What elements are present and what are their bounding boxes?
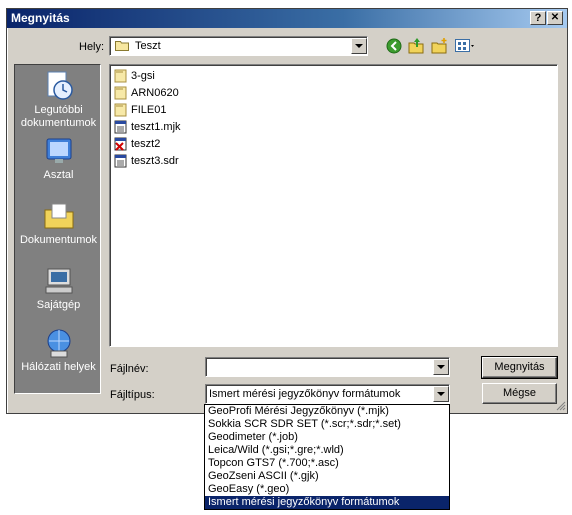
location-combo[interactable]: Teszt <box>109 36 368 56</box>
place-label: Hálózati helyek <box>21 361 96 373</box>
dropdown-option[interactable]: GeoEasy (*.geo) <box>205 483 449 496</box>
list-item[interactable]: FILE01 <box>114 102 181 119</box>
file-list[interactable]: 3-gsi ARN0620 FILE01 teszt1.mjk teszt2 t… <box>109 64 558 347</box>
network-places-icon <box>43 327 75 359</box>
folder-icon <box>114 103 127 117</box>
place-label: Legutóbbi dokumentumok <box>20 104 97 129</box>
place-label: Sajátgép <box>36 299 81 311</box>
place-label: Asztal <box>43 169 74 181</box>
close-button[interactable]: ✕ <box>547 11 563 25</box>
window-title: Megnyitás <box>11 11 70 25</box>
cancel-button[interactable]: Mégse <box>482 383 557 404</box>
views-menu-icon[interactable] <box>455 38 477 54</box>
filetype-dropdown: GeoProfi Mérési Jegyzőkönyv (*.mjk) Sokk… <box>204 404 450 510</box>
places-bar: Legutóbbi dokumentumok Asztal Dokumentum… <box>14 64 101 394</box>
back-icon[interactable] <box>386 38 402 54</box>
folder-icon <box>114 69 127 83</box>
place-network[interactable]: Hálózati helyek <box>15 327 102 374</box>
dropdown-option[interactable]: Sokkia SCR SDR SET (*.scr;*.sdr;*.set) <box>205 418 449 431</box>
file-error-icon <box>114 137 127 151</box>
list-item[interactable]: 3-gsi <box>114 68 181 85</box>
up-folder-icon[interactable] <box>408 37 424 54</box>
filetype-value: Ismert mérési jegyzőkönyv formátumok <box>209 388 401 400</box>
recent-documents-icon <box>43 70 75 102</box>
place-desktop[interactable]: Asztal <box>15 135 102 182</box>
dropdown-option[interactable]: GeoProfi Mérési Jegyzőkönyv (*.mjk) <box>205 405 449 418</box>
my-computer-icon <box>43 265 75 297</box>
help-button[interactable]: ? <box>530 11 546 25</box>
filename-label: Fájlnév: <box>110 363 149 375</box>
dropdown-option[interactable]: Geodimeter (*.job) <box>205 431 449 444</box>
dropdown-option[interactable]: GeoZseni ASCII (*.gjk) <box>205 470 449 483</box>
chevron-down-icon[interactable] <box>433 386 449 402</box>
dropdown-option[interactable]: Leica/Wild (*.gsi;*.gre;*.wld) <box>205 444 449 457</box>
filetype-select[interactable]: Ismert mérési jegyzőkönyv formátumok <box>205 384 450 404</box>
list-item[interactable]: teszt2 <box>114 136 181 153</box>
folder-icon <box>114 86 127 100</box>
dropdown-option[interactable]: Topcon GTS7 (*.700;*.asc) <box>205 457 449 470</box>
folder-icon <box>115 40 129 51</box>
filename-input[interactable] <box>205 357 450 377</box>
new-folder-icon[interactable] <box>431 37 448 54</box>
list-item[interactable]: teszt1.mjk <box>114 119 181 136</box>
place-recent-documents[interactable]: Legutóbbi dokumentumok <box>15 70 102 130</box>
location-label: Hely: <box>79 41 105 53</box>
documents-folder-icon <box>43 200 75 232</box>
file-name: teszt1.mjk <box>131 121 181 133</box>
file-name: teszt2 <box>131 138 161 150</box>
place-label: Dokumentumok <box>19 234 98 246</box>
list-item[interactable]: ARN0620 <box>114 85 181 102</box>
place-my-computer[interactable]: Sajátgép <box>15 265 102 312</box>
place-documents[interactable]: Dokumentumok <box>15 200 102 247</box>
chevron-down-icon[interactable] <box>351 38 367 54</box>
list-item[interactable]: teszt3.sdr <box>114 153 181 170</box>
title-bar[interactable] <box>7 9 567 28</box>
chevron-down-icon[interactable] <box>433 359 449 375</box>
file-name: 3-gsi <box>131 70 155 82</box>
file-name: teszt3.sdr <box>131 155 179 167</box>
location-value: Teszt <box>135 40 161 52</box>
file-icon <box>114 154 127 168</box>
file-icon <box>114 120 127 134</box>
file-name: FILE01 <box>131 104 167 116</box>
open-button[interactable]: Megnyitás <box>481 356 558 379</box>
dropdown-option-selected[interactable]: Ismert mérési jegyzőkönyv formátumok <box>205 496 449 509</box>
resize-grip-icon[interactable] <box>555 400 566 411</box>
desktop-icon <box>43 135 75 167</box>
filetype-label: Fájltípus: <box>110 389 155 401</box>
file-name: ARN0620 <box>131 87 179 99</box>
